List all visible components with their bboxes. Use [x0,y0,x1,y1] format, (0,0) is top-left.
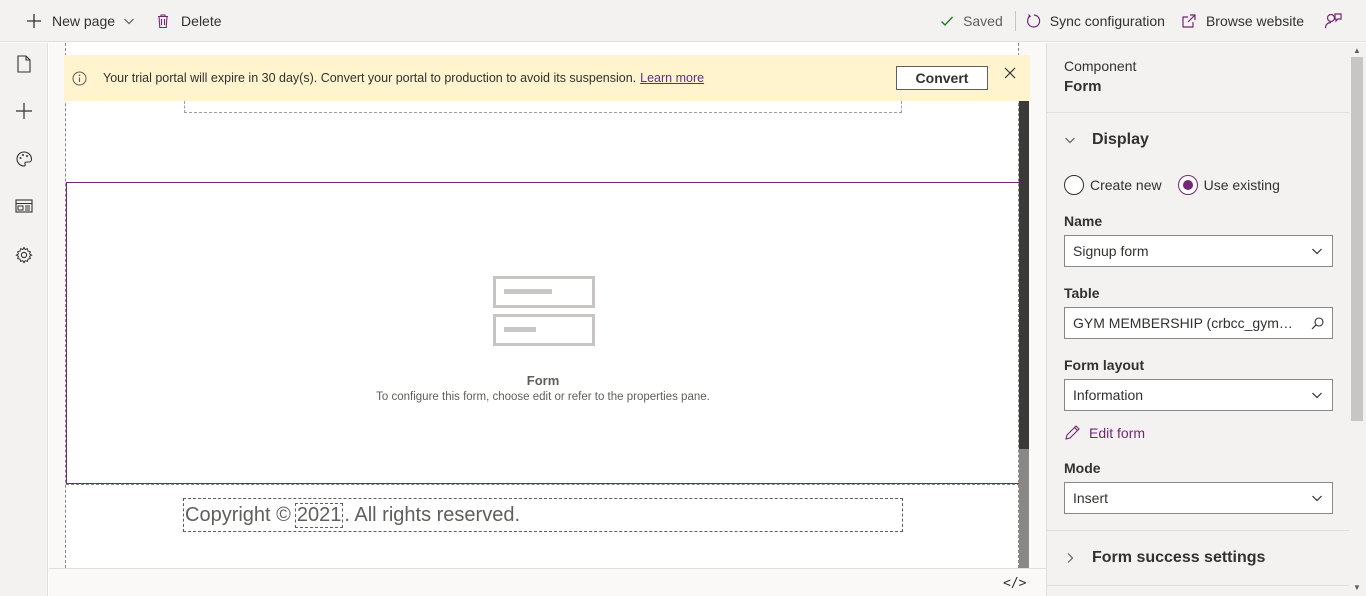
pencil-icon [1065,425,1080,440]
feedback-button[interactable] [1324,0,1342,42]
panel-divider [1047,585,1349,586]
code-editor-bar: </> [49,568,1046,596]
use-existing-radio[interactable]: Use existing [1177,175,1280,195]
trash-icon [158,13,169,28]
convert-button[interactable]: Convert [896,66,988,90]
chevron-down-icon [1312,392,1322,399]
templates-button[interactable] [12,194,36,218]
radio-circle [1064,175,1084,195]
themes-button[interactable] [12,147,36,171]
sync-configuration-button[interactable]: Sync configuration [1026,0,1165,42]
copyright-prefix: Copyright © [185,503,291,526]
form-success-section-header[interactable]: Form success settings [1064,549,1265,567]
form-placeholder-title: Form [526,373,560,388]
panel-scrollbar-thumb[interactable] [1351,57,1363,421]
panel-divider [1047,112,1349,113]
display-section-title: Display [1092,131,1149,148]
page-icon [17,55,31,73]
close-banner-button[interactable] [1001,64,1019,82]
learn-more-link[interactable]: Learn more [640,71,704,85]
name-label: Name [1064,213,1103,229]
page-preview: Form To configure this form, choose edit… [65,43,1020,568]
delete-button[interactable]: Delete [155,0,222,42]
trial-banner: Your trial portal will expire in 30 day(… [64,55,1030,101]
delete-label: Delete [181,12,222,29]
mode-label: Mode [1064,460,1101,476]
form-component[interactable]: Form To configure this form, choose edit… [66,182,1020,484]
create-new-radio[interactable]: Create new [1064,175,1162,195]
form-placeholder-description: To configure this form, choose edit or r… [376,391,710,403]
sync-label: Sync configuration [1049,13,1165,29]
table-label: Table [1064,285,1100,301]
copyright-text[interactable]: Copyright © 2021 . All rights reserved. [183,498,903,532]
settings-button[interactable] [12,243,36,267]
chevron-down-icon [124,18,134,24]
section-outline [184,101,902,113]
scroll-down-arrow[interactable]: ▼ [1353,583,1361,592]
close-icon [1004,67,1016,79]
feedback-icon [1324,13,1342,29]
form-placeholder-icon [493,276,595,346]
table-lookup[interactable]: GYM MEMBERSHIP (crbcc_gymmembership) [1064,307,1333,339]
browse-label: Browse website [1205,13,1304,29]
use-existing-label: Use existing [1203,177,1280,193]
edit-form-label: Edit form [1089,424,1146,441]
canvas-scrollbar-thumb[interactable] [1019,101,1029,449]
code-view-toggle[interactable]: </> [1003,576,1026,591]
table-value: GYM MEMBERSHIP (crbcc_gymmembership) [1073,315,1302,331]
command-bar: New page Delete Saved Sync configuration… [0,0,1366,42]
name-dropdown[interactable]: Signup form [1064,235,1333,267]
saved-label: Saved [963,13,1003,29]
new-page-label: New page [52,12,116,29]
component-label: Component [1064,58,1137,74]
display-section-header[interactable]: Display [1064,131,1149,149]
open-external-icon [1182,14,1196,28]
add-icon [27,13,41,28]
chevron-down-icon [1312,248,1322,255]
add-icon [16,103,32,119]
component-name: Form [1064,78,1102,95]
copyright-year[interactable]: 2021 [294,502,344,528]
gear-icon [15,246,33,264]
palette-icon [16,151,33,167]
browse-website-button[interactable]: Browse website [1181,0,1304,42]
name-value: Signup form [1073,243,1149,259]
footer-divider [66,484,1020,485]
radio-circle-selected [1177,175,1198,195]
pages-button[interactable] [12,52,36,76]
checkmark-icon [941,16,954,26]
trial-message: Your trial portal will expire in 30 day(… [103,71,637,85]
scroll-up-arrow[interactable]: ▲ [1353,46,1361,55]
templates-icon [15,199,33,213]
panel-divider [1047,530,1349,531]
toolbar-divider [1014,11,1016,31]
properties-pane: Component Form Display Create new Use ex… [1046,43,1366,596]
source-radio-group: Create new Use existing [1064,175,1296,195]
create-new-label: Create new [1090,177,1162,193]
sync-icon [1026,14,1040,28]
design-canvas: Form To configure this form, choose edit… [49,43,1046,568]
add-component-button[interactable] [12,99,36,123]
edit-form-link[interactable]: Edit form [1064,424,1145,441]
form-layout-value: Information [1073,387,1144,403]
mode-dropdown[interactable]: Insert [1064,482,1333,514]
left-rail [0,43,48,596]
info-icon [72,71,87,85]
chevron-right-icon [1067,553,1074,563]
new-page-button[interactable]: New page [26,0,135,42]
form-layout-dropdown[interactable]: Information [1064,379,1333,411]
form-success-title: Form success settings [1092,549,1266,566]
search-icon [1311,316,1324,329]
chevron-down-icon [1312,495,1322,502]
saved-status: Saved [940,0,1003,42]
chevron-down-icon [1065,137,1075,144]
copyright-suffix: . All rights reserved. [344,503,521,526]
form-layout-label: Form layout [1064,357,1145,373]
mode-value: Insert [1073,490,1109,506]
